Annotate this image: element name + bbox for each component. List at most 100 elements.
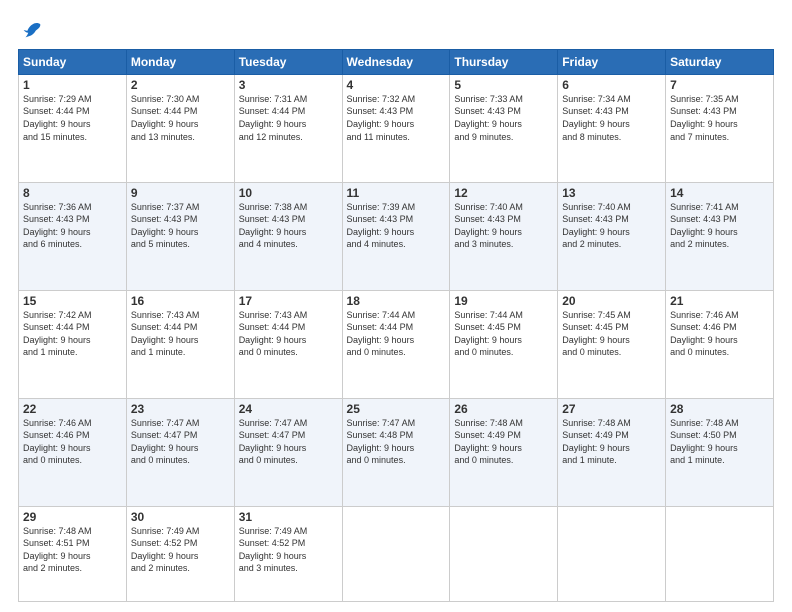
day-info: Sunrise: 7:49 AM Sunset: 4:52 PM Dayligh…	[239, 525, 338, 575]
day-info: Sunrise: 7:31 AM Sunset: 4:44 PM Dayligh…	[239, 93, 338, 143]
day-info: Sunrise: 7:45 AM Sunset: 4:45 PM Dayligh…	[562, 309, 661, 359]
calendar-cell: 25Sunrise: 7:47 AM Sunset: 4:48 PM Dayli…	[342, 398, 450, 506]
calendar-cell: 2Sunrise: 7:30 AM Sunset: 4:44 PM Daylig…	[126, 74, 234, 182]
calendar-week-row: 1Sunrise: 7:29 AM Sunset: 4:44 PM Daylig…	[19, 74, 774, 182]
calendar-cell: 26Sunrise: 7:48 AM Sunset: 4:49 PM Dayli…	[450, 398, 558, 506]
day-number: 7	[670, 78, 769, 92]
day-info: Sunrise: 7:42 AM Sunset: 4:44 PM Dayligh…	[23, 309, 122, 359]
day-info: Sunrise: 7:47 AM Sunset: 4:47 PM Dayligh…	[239, 417, 338, 467]
day-number: 11	[347, 186, 446, 200]
day-number: 18	[347, 294, 446, 308]
day-header-friday: Friday	[558, 49, 666, 74]
calendar-cell	[666, 506, 774, 601]
calendar-cell: 30Sunrise: 7:49 AM Sunset: 4:52 PM Dayli…	[126, 506, 234, 601]
calendar-cell: 19Sunrise: 7:44 AM Sunset: 4:45 PM Dayli…	[450, 290, 558, 398]
day-info: Sunrise: 7:47 AM Sunset: 4:48 PM Dayligh…	[347, 417, 446, 467]
calendar-week-row: 8Sunrise: 7:36 AM Sunset: 4:43 PM Daylig…	[19, 182, 774, 290]
calendar-cell: 22Sunrise: 7:46 AM Sunset: 4:46 PM Dayli…	[19, 398, 127, 506]
day-info: Sunrise: 7:46 AM Sunset: 4:46 PM Dayligh…	[670, 309, 769, 359]
header	[18, 18, 774, 39]
calendar-table: SundayMondayTuesdayWednesdayThursdayFrid…	[18, 49, 774, 602]
calendar-cell: 28Sunrise: 7:48 AM Sunset: 4:50 PM Dayli…	[666, 398, 774, 506]
day-info: Sunrise: 7:36 AM Sunset: 4:43 PM Dayligh…	[23, 201, 122, 251]
day-number: 14	[670, 186, 769, 200]
calendar-week-row: 15Sunrise: 7:42 AM Sunset: 4:44 PM Dayli…	[19, 290, 774, 398]
day-number: 1	[23, 78, 122, 92]
day-info: Sunrise: 7:34 AM Sunset: 4:43 PM Dayligh…	[562, 93, 661, 143]
day-number: 15	[23, 294, 122, 308]
day-info: Sunrise: 7:48 AM Sunset: 4:49 PM Dayligh…	[454, 417, 553, 467]
day-header-thursday: Thursday	[450, 49, 558, 74]
calendar-cell: 16Sunrise: 7:43 AM Sunset: 4:44 PM Dayli…	[126, 290, 234, 398]
calendar-cell: 8Sunrise: 7:36 AM Sunset: 4:43 PM Daylig…	[19, 182, 127, 290]
day-header-tuesday: Tuesday	[234, 49, 342, 74]
logo-bird-icon	[20, 19, 42, 41]
calendar-cell: 5Sunrise: 7:33 AM Sunset: 4:43 PM Daylig…	[450, 74, 558, 182]
day-header-sunday: Sunday	[19, 49, 127, 74]
calendar-cell	[450, 506, 558, 601]
day-info: Sunrise: 7:41 AM Sunset: 4:43 PM Dayligh…	[670, 201, 769, 251]
calendar-cell: 11Sunrise: 7:39 AM Sunset: 4:43 PM Dayli…	[342, 182, 450, 290]
calendar-cell: 17Sunrise: 7:43 AM Sunset: 4:44 PM Dayli…	[234, 290, 342, 398]
calendar-cell: 24Sunrise: 7:47 AM Sunset: 4:47 PM Dayli…	[234, 398, 342, 506]
day-number: 8	[23, 186, 122, 200]
calendar-week-row: 29Sunrise: 7:48 AM Sunset: 4:51 PM Dayli…	[19, 506, 774, 601]
day-number: 28	[670, 402, 769, 416]
day-info: Sunrise: 7:40 AM Sunset: 4:43 PM Dayligh…	[454, 201, 553, 251]
day-info: Sunrise: 7:29 AM Sunset: 4:44 PM Dayligh…	[23, 93, 122, 143]
day-info: Sunrise: 7:43 AM Sunset: 4:44 PM Dayligh…	[131, 309, 230, 359]
day-info: Sunrise: 7:33 AM Sunset: 4:43 PM Dayligh…	[454, 93, 553, 143]
calendar-cell: 7Sunrise: 7:35 AM Sunset: 4:43 PM Daylig…	[666, 74, 774, 182]
day-info: Sunrise: 7:49 AM Sunset: 4:52 PM Dayligh…	[131, 525, 230, 575]
day-number: 29	[23, 510, 122, 524]
calendar-cell: 3Sunrise: 7:31 AM Sunset: 4:44 PM Daylig…	[234, 74, 342, 182]
calendar-cell: 31Sunrise: 7:49 AM Sunset: 4:52 PM Dayli…	[234, 506, 342, 601]
calendar-cell	[558, 506, 666, 601]
day-number: 26	[454, 402, 553, 416]
calendar-cell: 23Sunrise: 7:47 AM Sunset: 4:47 PM Dayli…	[126, 398, 234, 506]
day-info: Sunrise: 7:30 AM Sunset: 4:44 PM Dayligh…	[131, 93, 230, 143]
calendar-cell: 29Sunrise: 7:48 AM Sunset: 4:51 PM Dayli…	[19, 506, 127, 601]
day-info: Sunrise: 7:32 AM Sunset: 4:43 PM Dayligh…	[347, 93, 446, 143]
calendar-cell: 18Sunrise: 7:44 AM Sunset: 4:44 PM Dayli…	[342, 290, 450, 398]
calendar-cell: 14Sunrise: 7:41 AM Sunset: 4:43 PM Dayli…	[666, 182, 774, 290]
day-number: 21	[670, 294, 769, 308]
day-number: 31	[239, 510, 338, 524]
day-info: Sunrise: 7:47 AM Sunset: 4:47 PM Dayligh…	[131, 417, 230, 467]
day-number: 4	[347, 78, 446, 92]
calendar-cell: 10Sunrise: 7:38 AM Sunset: 4:43 PM Dayli…	[234, 182, 342, 290]
calendar-cell: 1Sunrise: 7:29 AM Sunset: 4:44 PM Daylig…	[19, 74, 127, 182]
day-info: Sunrise: 7:35 AM Sunset: 4:43 PM Dayligh…	[670, 93, 769, 143]
calendar-cell: 9Sunrise: 7:37 AM Sunset: 4:43 PM Daylig…	[126, 182, 234, 290]
day-header-wednesday: Wednesday	[342, 49, 450, 74]
day-header-monday: Monday	[126, 49, 234, 74]
day-number: 13	[562, 186, 661, 200]
day-info: Sunrise: 7:48 AM Sunset: 4:50 PM Dayligh…	[670, 417, 769, 467]
day-number: 16	[131, 294, 230, 308]
calendar-cell: 15Sunrise: 7:42 AM Sunset: 4:44 PM Dayli…	[19, 290, 127, 398]
day-header-saturday: Saturday	[666, 49, 774, 74]
day-number: 6	[562, 78, 661, 92]
day-number: 30	[131, 510, 230, 524]
day-number: 3	[239, 78, 338, 92]
day-number: 9	[131, 186, 230, 200]
day-number: 20	[562, 294, 661, 308]
day-info: Sunrise: 7:48 AM Sunset: 4:49 PM Dayligh…	[562, 417, 661, 467]
calendar-cell	[342, 506, 450, 601]
day-info: Sunrise: 7:44 AM Sunset: 4:45 PM Dayligh…	[454, 309, 553, 359]
day-info: Sunrise: 7:44 AM Sunset: 4:44 PM Dayligh…	[347, 309, 446, 359]
calendar-cell: 20Sunrise: 7:45 AM Sunset: 4:45 PM Dayli…	[558, 290, 666, 398]
day-info: Sunrise: 7:43 AM Sunset: 4:44 PM Dayligh…	[239, 309, 338, 359]
calendar-cell: 27Sunrise: 7:48 AM Sunset: 4:49 PM Dayli…	[558, 398, 666, 506]
calendar-cell: 6Sunrise: 7:34 AM Sunset: 4:43 PM Daylig…	[558, 74, 666, 182]
day-number: 25	[347, 402, 446, 416]
logo	[18, 18, 42, 39]
calendar-cell: 13Sunrise: 7:40 AM Sunset: 4:43 PM Dayli…	[558, 182, 666, 290]
day-number: 27	[562, 402, 661, 416]
day-info: Sunrise: 7:40 AM Sunset: 4:43 PM Dayligh…	[562, 201, 661, 251]
day-number: 2	[131, 78, 230, 92]
calendar-cell: 21Sunrise: 7:46 AM Sunset: 4:46 PM Dayli…	[666, 290, 774, 398]
day-number: 22	[23, 402, 122, 416]
day-number: 5	[454, 78, 553, 92]
day-number: 10	[239, 186, 338, 200]
